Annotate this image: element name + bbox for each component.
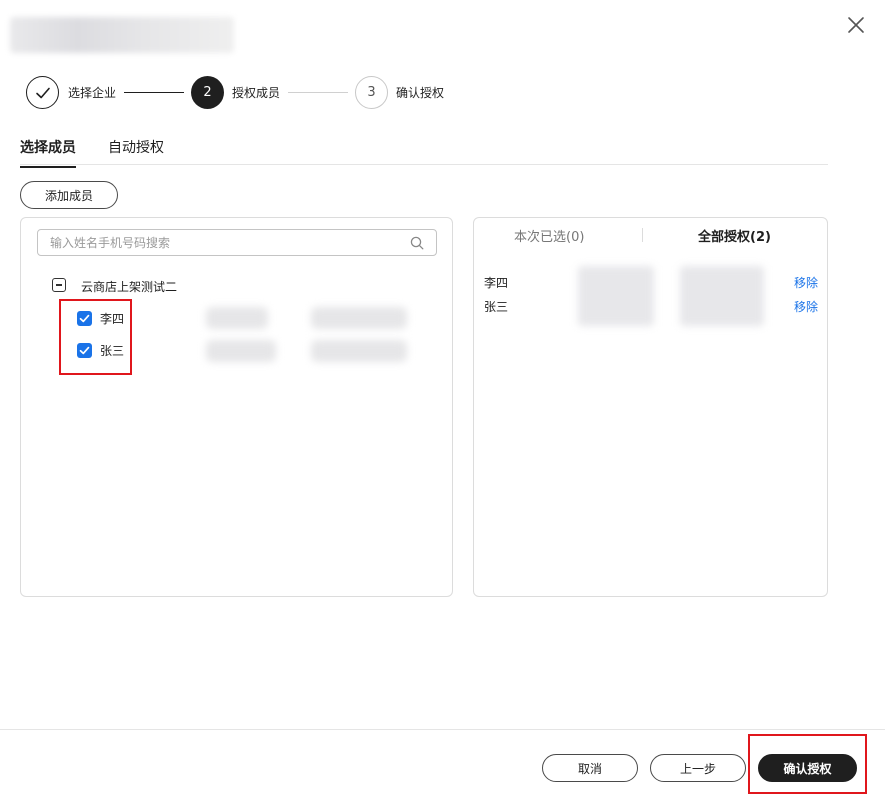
step-2-circle: 2 bbox=[191, 76, 224, 109]
member-info-redacted bbox=[206, 340, 276, 362]
add-member-button[interactable]: 添加成员 bbox=[20, 181, 118, 209]
close-button[interactable] bbox=[843, 12, 869, 38]
highlight-box-members bbox=[59, 299, 132, 375]
authorized-info-redacted bbox=[578, 266, 654, 326]
member-info-redacted bbox=[206, 307, 268, 329]
search-icon[interactable] bbox=[410, 236, 424, 250]
tree-collapse-icon[interactable] bbox=[52, 278, 66, 292]
tab-bar: 选择成员 自动授权 bbox=[20, 130, 828, 168]
step-connector-2 bbox=[288, 92, 348, 93]
step-3-label: 确认授权 bbox=[396, 86, 445, 100]
dialog-title-redacted bbox=[10, 17, 234, 53]
tree-org-label: 云商店上架测试二 bbox=[81, 280, 178, 294]
cancel-button[interactable]: 取消 bbox=[542, 754, 638, 782]
highlight-box-confirm bbox=[748, 734, 867, 794]
step-1-circle bbox=[26, 76, 59, 109]
remove-link[interactable]: 移除 bbox=[794, 274, 818, 291]
authorized-member-name: 张三 bbox=[484, 300, 509, 314]
search-input[interactable] bbox=[50, 235, 400, 250]
step-indicator: 选择企业 2 授权成员 3 确认授权 bbox=[26, 76, 526, 110]
step-2-label: 授权成员 bbox=[232, 86, 281, 100]
tab-current-selected[interactable]: 本次已选(0) bbox=[514, 226, 584, 245]
member-info-redacted bbox=[311, 307, 407, 329]
authorized-members-panel: 本次已选(0) 全部授权(2) 李四 移除 张三 移除 bbox=[473, 217, 828, 597]
tab-auto-authorize[interactable]: 自动授权 bbox=[108, 137, 164, 157]
step-connector-1 bbox=[124, 92, 184, 93]
authorized-member-name: 李四 bbox=[484, 276, 509, 290]
step-1-label: 选择企业 bbox=[68, 86, 117, 100]
close-icon bbox=[848, 17, 864, 33]
check-icon bbox=[35, 87, 50, 98]
authorized-info-redacted bbox=[680, 266, 764, 326]
search-field[interactable] bbox=[37, 229, 437, 256]
step-3-circle: 3 bbox=[355, 76, 388, 109]
tab-divider bbox=[642, 228, 643, 242]
member-info-redacted bbox=[311, 340, 407, 362]
remove-link[interactable]: 移除 bbox=[794, 298, 818, 315]
tab-select-members[interactable]: 选择成员 bbox=[20, 137, 76, 168]
footer-divider bbox=[0, 729, 885, 730]
tab-all-authorized[interactable]: 全部授权(2) bbox=[698, 226, 771, 245]
previous-step-button[interactable]: 上一步 bbox=[650, 754, 746, 782]
member-picker-panel: 云商店上架测试二 李四 张三 bbox=[20, 217, 453, 597]
